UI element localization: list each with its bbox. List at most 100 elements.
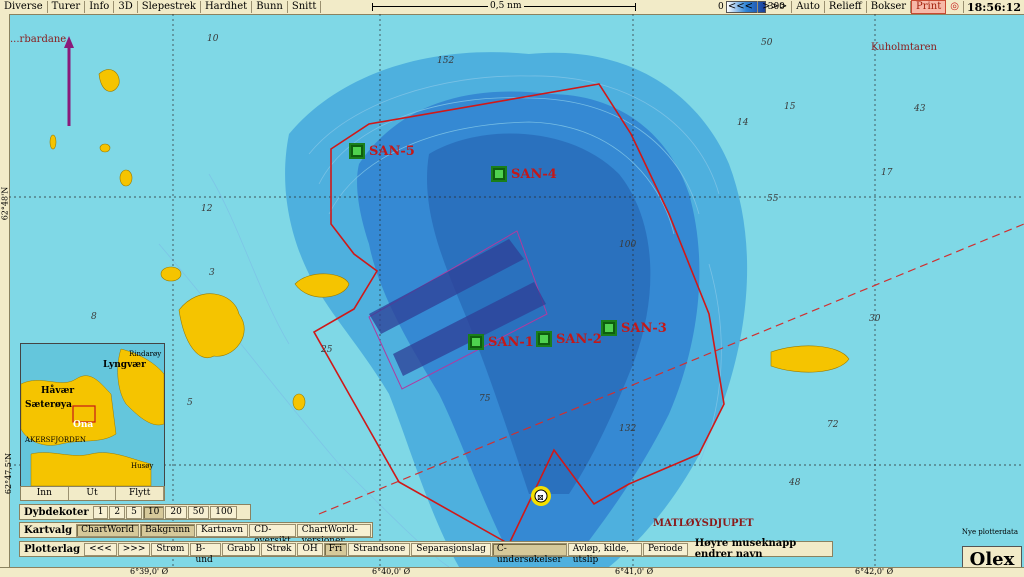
site-san-4[interactable]: SAN-4 xyxy=(491,166,557,182)
site-san-3[interactable]: SAN-3 xyxy=(601,320,667,336)
layer-strok-button[interactable]: Strøk xyxy=(261,542,297,556)
menu-3d[interactable]: 3D xyxy=(114,1,138,13)
chart-names-button[interactable]: Kartnavn xyxy=(196,523,249,537)
chart-map[interactable]: ⊠ SAN-5 SAN-4 SAN-1 SAN-2 SAN-3 ...rbard… xyxy=(9,14,1024,567)
layer-avlop-button[interactable]: Avløp, kilde, utslip xyxy=(567,542,643,565)
depth-sounding: 152 xyxy=(437,56,455,66)
menu-diverse[interactable]: Diverse xyxy=(0,1,48,13)
overview-label: Ona xyxy=(73,420,94,430)
contour-20-button[interactable]: 20 xyxy=(165,505,187,519)
lon-label: 6°41,0' Ø xyxy=(615,567,654,576)
print-button[interactable]: Print xyxy=(911,0,947,14)
menu-bunn[interactable]: Bunn xyxy=(252,1,288,13)
layer-fri-button[interactable]: Fri xyxy=(323,542,348,556)
background-button[interactable]: Bakgrunn xyxy=(140,523,195,537)
layer-separasjonslag-button[interactable]: Separasjonslag xyxy=(411,542,491,556)
north-arrow xyxy=(64,36,74,126)
contour-50-button[interactable]: 50 xyxy=(187,505,210,519)
top-toolbar: Diverse Turer Info 3D Slepestrek Hardhet… xyxy=(0,0,1024,15)
depth-sounding: 75 xyxy=(479,394,491,404)
site-label: SAN-2 xyxy=(556,331,602,347)
site-label: SAN-5 xyxy=(369,143,415,159)
site-label: SAN-4 xyxy=(511,166,557,182)
contour-2-button[interactable]: 2 xyxy=(109,505,126,519)
contour-100-button[interactable]: 100 xyxy=(210,505,238,519)
toolbar-right: <<< >>> Auto Relieff Bokser Print ◎ 18:5… xyxy=(724,0,1024,14)
menu-hardhet[interactable]: Hardhet xyxy=(201,1,253,13)
depth-sounding: 5 xyxy=(187,398,193,408)
clock: 18:56:12 xyxy=(966,0,1021,14)
plotter-layers-panel: Plotterlag <<< >>> Strøm B-und Grabb Str… xyxy=(19,538,833,565)
depth-sounding: 8 xyxy=(91,312,97,322)
compass-icon[interactable]: ◎ xyxy=(946,1,964,13)
menu-info[interactable]: Info xyxy=(85,1,115,13)
bokser-button[interactable]: Bokser xyxy=(867,1,912,13)
contour-1-button[interactable]: 1 xyxy=(92,505,109,519)
layer-prev-button[interactable]: <<< xyxy=(84,542,117,556)
layer-bund-button[interactable]: B-und xyxy=(190,542,222,565)
depth-sounding: 132 xyxy=(619,424,637,434)
layer-strandsone-button[interactable]: Strandsone xyxy=(348,542,411,556)
site-label: SAN-3 xyxy=(621,320,667,336)
site-marker-icon xyxy=(491,166,507,182)
layer-periode-button[interactable]: Periode xyxy=(643,542,688,556)
nav-forward-button[interactable]: >>> xyxy=(758,1,793,13)
zoom-in-button[interactable]: Inn xyxy=(21,487,69,500)
menu-turer[interactable]: Turer xyxy=(48,1,86,13)
depth-sounding: 72 xyxy=(827,420,839,430)
overview-label: Sæterøya xyxy=(25,400,72,410)
auto-button[interactable]: Auto xyxy=(792,1,825,13)
panel-title: Dybdekoter xyxy=(24,506,89,518)
layer-oh-button[interactable]: OH xyxy=(297,542,323,556)
depth-sounding: 14 xyxy=(737,118,749,128)
site-san-1[interactable]: SAN-1 xyxy=(468,334,534,350)
overview-label: Husøy xyxy=(131,462,154,470)
site-san-2[interactable]: SAN-2 xyxy=(536,331,602,347)
overview-controls: Inn Ut Flytt xyxy=(20,486,165,501)
panel-title: Kartvalg xyxy=(24,524,73,536)
nav-back-button[interactable]: <<< xyxy=(724,1,759,13)
depth-sounding: 10 xyxy=(207,34,219,44)
lon-label: 6°40,0' Ø xyxy=(372,567,411,576)
chartworld-button[interactable]: ChartWorld xyxy=(76,523,140,537)
site-san-5[interactable]: SAN-5 xyxy=(349,143,415,159)
contour-10-button[interactable]: 10 xyxy=(142,505,165,519)
overview-label: AKERSFJORDEN xyxy=(25,436,86,444)
lat-label: 62°48'N xyxy=(0,186,10,221)
right-click-hint: Høyre museknapp endrer navn xyxy=(694,538,797,560)
place-name: ...rbardane xyxy=(10,34,67,45)
menu-slepestrek[interactable]: Slepestrek xyxy=(138,1,201,13)
depth-sounding: 15 xyxy=(784,102,796,112)
depth-sounding: 3 xyxy=(209,268,215,278)
depth-sounding: 50 xyxy=(761,38,773,48)
overview-map[interactable]: Håvær Lyngvær Sæterøya Ona AKERSFJORDEN … xyxy=(20,343,165,487)
depth-sounding: 48 xyxy=(789,478,801,488)
chart-choice-panel: Kartvalg ChartWorld Bakgrunn Kartnavn CD… xyxy=(19,522,373,546)
layer-grabb-button[interactable]: Grabb xyxy=(222,542,261,556)
contour-5-button[interactable]: 5 xyxy=(126,505,142,519)
overview-label: Rindarøy xyxy=(129,350,162,358)
svg-text:⊠: ⊠ xyxy=(537,493,544,502)
chartworld-versions-button[interactable]: ChartWorld-versjoner xyxy=(296,523,371,546)
layer-strom-button[interactable]: Strøm xyxy=(151,542,190,556)
place-name: MATLØYSDJUPET xyxy=(653,518,754,529)
depth-contour-panel: Dybdekoter 1 2 5 10 20 50 100 xyxy=(19,504,251,520)
depth-sounding: 30 xyxy=(869,314,881,324)
relieff-button[interactable]: Relieff xyxy=(825,1,867,13)
overview-label: Håvær xyxy=(41,386,75,396)
cd-overview-button[interactable]: CD-oversikt xyxy=(249,523,296,546)
depth-sounding: 25 xyxy=(321,345,333,355)
buoy-marker[interactable]: ⊠ xyxy=(531,486,551,506)
depth-sounding: 55 xyxy=(767,194,779,204)
layer-c-undersokelser-button[interactable]: C-undersøkelser xyxy=(491,542,567,565)
menu-snitt[interactable]: Snitt xyxy=(288,1,322,13)
zoom-out-button[interactable]: Ut xyxy=(69,487,117,500)
move-button[interactable]: Flytt xyxy=(116,487,165,500)
depth-sounding: 43 xyxy=(914,104,926,114)
overview-label: Lyngvær xyxy=(103,360,146,370)
lon-label: 6°39,0' Ø xyxy=(130,567,169,576)
site-marker-icon xyxy=(349,143,365,159)
lon-label: 6°42,0' Ø xyxy=(855,567,894,576)
layer-next-button[interactable]: >>> xyxy=(117,542,151,556)
site-marker-icon xyxy=(468,334,484,350)
